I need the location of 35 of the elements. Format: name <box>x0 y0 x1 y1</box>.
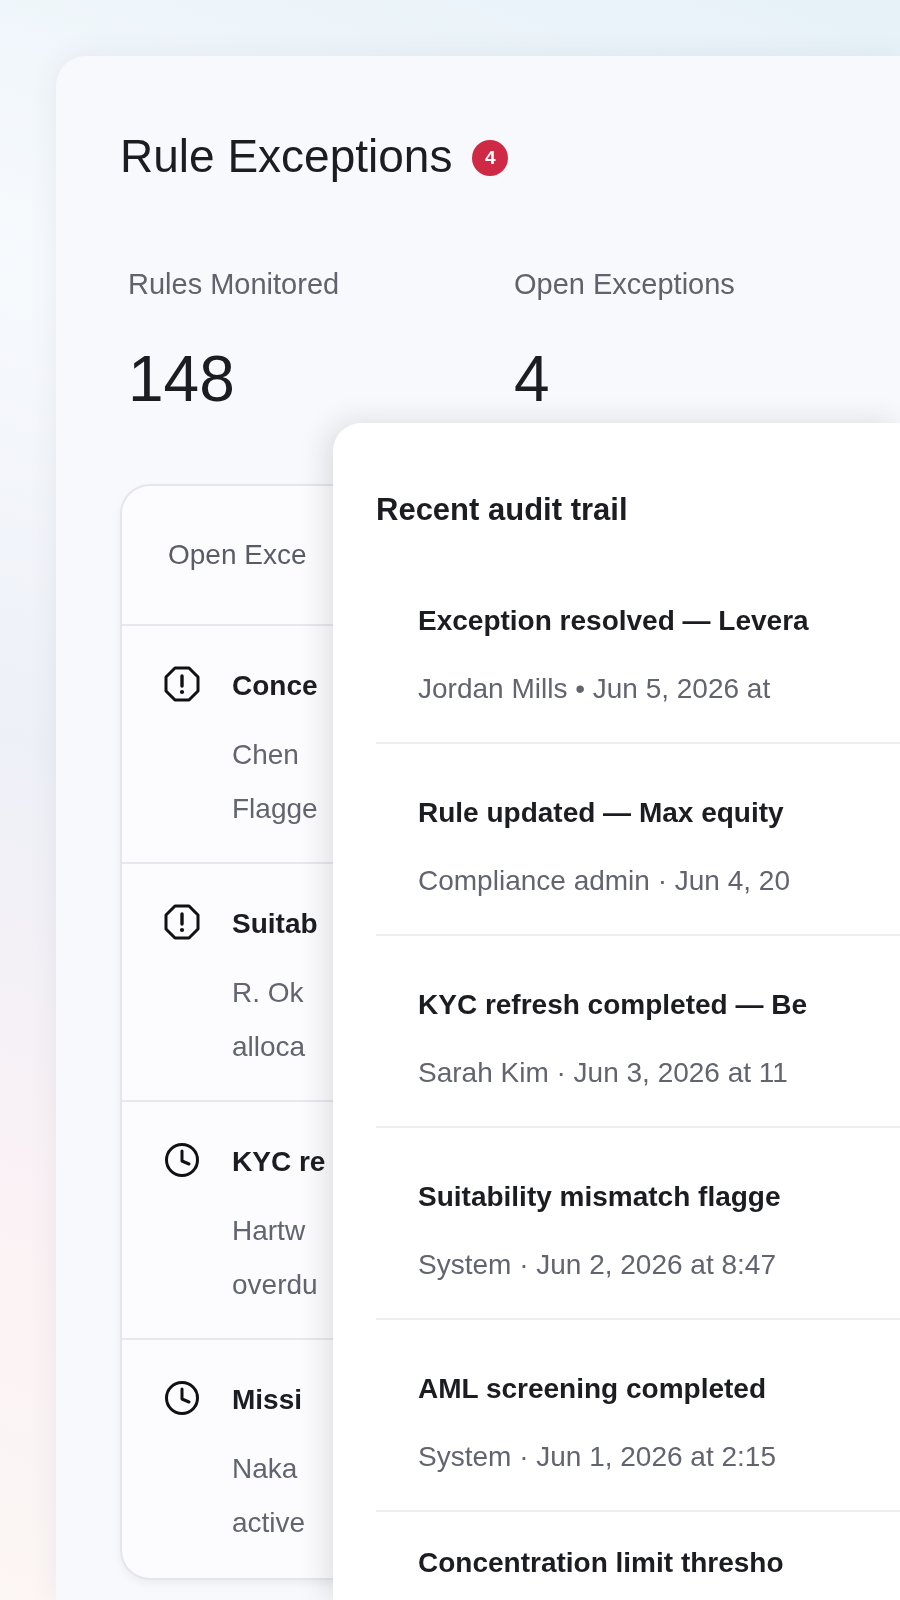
exception-detail: Hartw <box>232 1214 307 1248</box>
exception-detail: Naka <box>232 1452 299 1486</box>
panel-title: Recent audit trail <box>376 491 629 529</box>
count-badge: 4 <box>472 140 509 176</box>
exception-detail: overdu <box>232 1268 319 1302</box>
stat-value: 4 <box>514 344 551 414</box>
audit-entry-meta: Jordan Mills • Jun 5, 2026 at <box>418 673 771 704</box>
stat-label: Open Exceptions <box>514 267 736 302</box>
audit-entry-title: Concentration limit thresho <box>418 1547 784 1578</box>
audit-entry-meta: Compliance admin · Jun 4, 20 <box>418 865 790 896</box>
exception-detail: Chen <box>232 738 300 772</box>
list-heading: Open Exce <box>168 538 307 572</box>
audit-entry-meta: Sarah Kim · Jun 3, 2026 at 11 <box>418 1057 788 1088</box>
audit-entry-meta: System · Jun 1, 2026 at 2:15 <box>418 1441 776 1472</box>
stat-label: Rules Monitored <box>128 267 341 302</box>
audit-entry-title: Exception resolved — Levera <box>418 605 809 636</box>
page-title: Rule Exceptions <box>120 130 453 182</box>
audit-entry-meta: System · Jun 2, 2026 at 8:47 <box>418 1249 776 1280</box>
alert-octagon-icon <box>164 666 200 702</box>
clock-icon <box>164 1380 200 1416</box>
stat-value: 148 <box>128 344 236 414</box>
exception-title: KYC re <box>232 1145 326 1179</box>
exception-detail: R. Ok <box>232 976 305 1010</box>
alert-octagon-icon <box>164 904 200 940</box>
exception-detail: alloca <box>232 1030 307 1064</box>
exception-title: Suitab <box>232 907 318 941</box>
exception-title: Missi <box>232 1383 304 1417</box>
exception-detail: active <box>232 1506 306 1540</box>
audit-entry-title: KYC refresh completed — Be <box>418 989 807 1020</box>
clock-icon <box>164 1142 200 1178</box>
exception-title: Conce <box>232 669 318 703</box>
audit-entry-title: Suitability mismatch flagge <box>418 1181 781 1212</box>
audit-entry-title: Rule updated — Max equity <box>418 797 784 828</box>
exception-detail: Flagge <box>232 792 318 826</box>
audit-entry-title: AML screening completed <box>418 1373 766 1404</box>
